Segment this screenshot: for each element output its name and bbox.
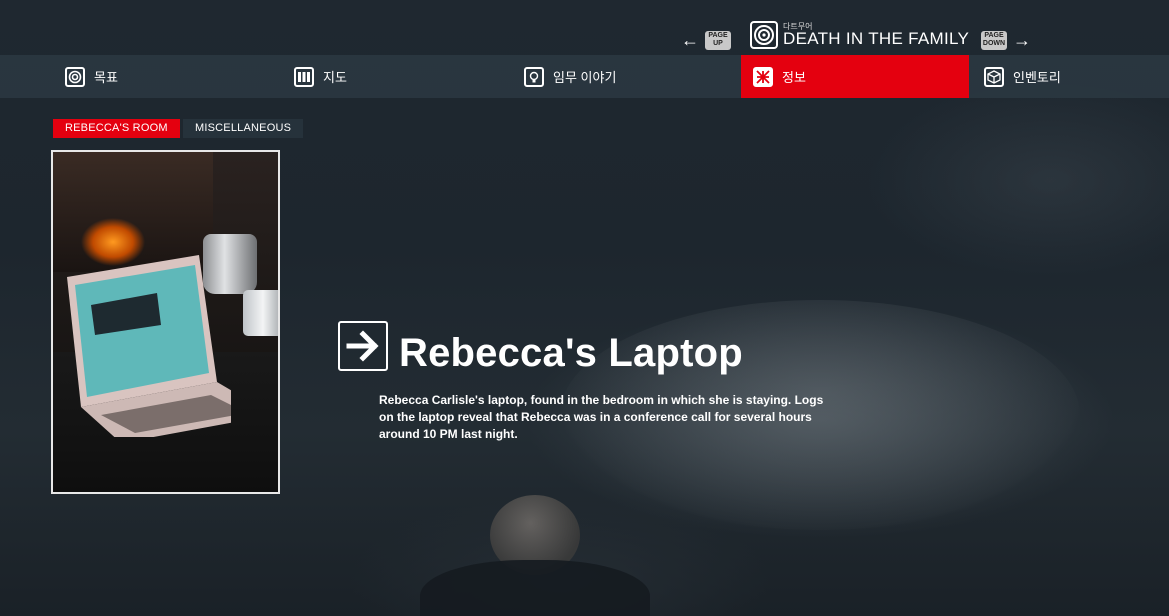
tab-label: 임무 이야기 bbox=[553, 70, 617, 85]
tab-mission-story[interactable]: 임무 이야기 bbox=[524, 55, 616, 98]
mug-image bbox=[243, 290, 278, 336]
page-down-label: PAGE DOWN bbox=[982, 32, 1006, 47]
page-up-key[interactable]: PAGE UP bbox=[705, 31, 731, 50]
subtab-miscellaneous[interactable]: MISCELLANEOUS bbox=[183, 119, 304, 138]
page-down-key[interactable]: PAGE DOWN bbox=[981, 31, 1007, 50]
inventory-box-icon bbox=[984, 66, 1004, 87]
tab-label: 정보 bbox=[782, 70, 806, 85]
item-title: Rebecca's Laptop bbox=[399, 331, 743, 375]
intel-icon bbox=[753, 66, 773, 87]
intel-item-card[interactable] bbox=[51, 150, 280, 494]
laptop-image bbox=[67, 255, 231, 437]
mission-title: DEATH IN THE FAMILY bbox=[783, 29, 970, 48]
tab-intel[interactable]: 정보 bbox=[741, 55, 969, 98]
mission-header: ← PAGE UP 다트무어 DEATH IN THE FAMILY PAGE DO… bbox=[0, 0, 1169, 55]
tab-label: 목표 bbox=[94, 70, 118, 85]
next-item-arrow-icon[interactable] bbox=[338, 321, 388, 371]
tab-map[interactable]: 지도 bbox=[294, 55, 347, 98]
menu-tab-bar: 목표 지도 임무 이야기 정보 인벤토리 bbox=[0, 55, 1169, 98]
map-icon bbox=[294, 66, 314, 87]
page-up-label: PAGE UP bbox=[708, 32, 728, 47]
target-icon bbox=[65, 66, 85, 87]
subtab-rebeccas-room[interactable]: REBECCA'S ROOM bbox=[53, 119, 180, 138]
tab-objectives[interactable]: 목표 bbox=[65, 55, 118, 98]
tab-inventory[interactable]: 인벤토리 bbox=[984, 55, 1061, 98]
arrow-right-icon[interactable]: → bbox=[1013, 30, 1031, 51]
arrow-left-icon[interactable]: ← bbox=[681, 30, 699, 51]
item-description: Rebecca Carlisle's laptop, found in the … bbox=[379, 393, 824, 441]
tab-label: 인벤토리 bbox=[1013, 70, 1061, 85]
background-agent-body bbox=[420, 560, 650, 616]
tab-label: 지도 bbox=[323, 70, 347, 85]
mission-target-icon bbox=[750, 21, 778, 49]
lightbulb-icon bbox=[524, 66, 544, 87]
